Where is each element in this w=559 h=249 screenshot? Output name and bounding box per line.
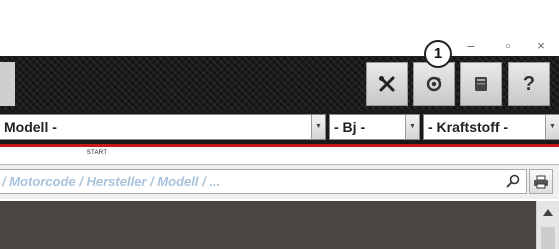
scroll-up-button[interactable] — [537, 201, 559, 223]
book-button[interactable] — [460, 62, 502, 106]
search-input[interactable]: / Motorcode / Hersteller / Modell / ... — [0, 169, 527, 194]
wrench-screwdriver-icon — [379, 76, 395, 92]
scroll-thumb[interactable] — [541, 227, 555, 249]
tools-button[interactable] — [366, 62, 408, 106]
chevron-down-icon[interactable]: ▼ — [311, 115, 325, 139]
kraftstoff-select[interactable]: - Kraftstoff - ▼ — [423, 114, 559, 140]
print-button[interactable] — [529, 169, 553, 194]
search-placeholder: / Motorcode / Hersteller / Modell / ... — [2, 174, 221, 189]
help-button[interactable]: ? — [508, 62, 550, 106]
chevron-down-icon[interactable]: ▼ — [545, 115, 559, 139]
book-icon — [475, 77, 487, 91]
help-icon: ? — [522, 72, 536, 95]
modell-select[interactable]: Modell - ▼ — [0, 114, 326, 140]
search-icon[interactable] — [504, 172, 522, 190]
chevron-up-icon — [543, 208, 553, 216]
callout-marker: 1 — [424, 40, 452, 68]
maximize-button[interactable]: ▫ — [497, 36, 519, 56]
kraftstoff-select-value: - Kraftstoff - — [428, 119, 509, 135]
baujahr-select[interactable]: - Bj - ▼ — [329, 114, 420, 140]
vertical-scrollbar[interactable] — [536, 201, 559, 249]
sync-button[interactable] — [413, 62, 455, 106]
content-panel — [0, 201, 536, 249]
sync-icon — [426, 76, 442, 92]
printer-icon — [534, 175, 548, 188]
minimize-button[interactable]: – — [460, 36, 482, 56]
toolbar-left-button[interactable] — [0, 62, 15, 106]
baujahr-select-value: - Bj - — [334, 119, 366, 135]
modell-select-value: Modell - — [4, 119, 57, 135]
close-button[interactable]: × — [530, 36, 552, 56]
tab-start[interactable]: START — [62, 150, 132, 156]
chevron-down-icon[interactable]: ▼ — [405, 115, 419, 139]
